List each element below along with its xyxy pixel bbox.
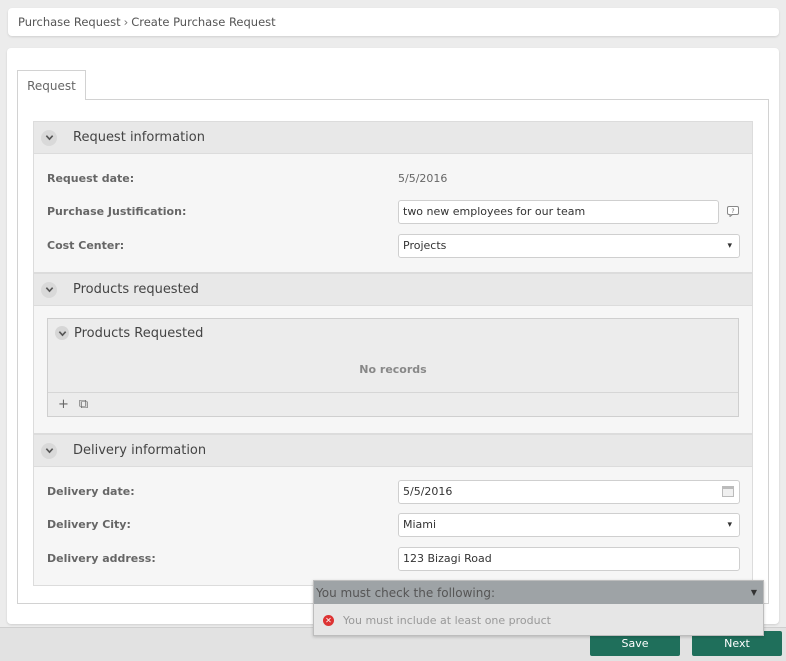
delivery-address-row: Delivery address: 123 Bizagi Road	[47, 547, 740, 571]
delivery-address-label: Delivery address:	[47, 552, 156, 565]
caret-down-icon: ▾	[727, 520, 732, 530]
justification-row: Purchase Justification: two new employee…	[47, 200, 740, 224]
request-date-value: 5/5/2016	[398, 172, 448, 185]
validation-header[interactable]: You must check the following: ▼	[314, 581, 763, 604]
delivery-city-row: Delivery City: Miami ▾	[47, 513, 740, 537]
section-title: Delivery information	[73, 443, 207, 458]
svg-text:?: ?	[731, 208, 734, 215]
delivery-date-input[interactable]: 5/5/2016	[398, 480, 740, 504]
section-header[interactable]: Products requested	[34, 274, 752, 306]
delivery-information-section: Delivery information Delivery date: 5/5/…	[33, 434, 753, 586]
cost-center-row: Cost Center: Projects ▾	[47, 234, 740, 258]
chevron-down-icon[interactable]	[41, 442, 57, 459]
delivery-address-input[interactable]: 123 Bizagi Road	[398, 547, 740, 571]
justification-label: Purchase Justification:	[47, 205, 187, 218]
breadcrumb: Purchase Request › Create Purchase Reque…	[8, 8, 779, 36]
section-title: Request information	[73, 130, 205, 145]
validation-message: You must include at least one product	[343, 613, 551, 627]
products-grid: Products Requested No records + ⧉	[47, 318, 739, 417]
add-row-icon[interactable]: +	[58, 397, 69, 412]
validation-popup: You must check the following: ▼ ✕ You mu…	[313, 580, 764, 636]
chevron-down-icon[interactable]	[41, 129, 57, 146]
delivery-city-value: Miami	[403, 518, 437, 531]
breadcrumb-parent[interactable]: Purchase Request	[18, 15, 121, 29]
caret-down-icon[interactable]: ▼	[751, 588, 757, 597]
cost-center-label: Cost Center:	[47, 239, 125, 252]
delivery-date-label: Delivery date:	[47, 485, 135, 498]
delivery-city-label: Delivery City:	[47, 518, 131, 531]
form-card: Request Request information Request date…	[7, 48, 779, 624]
delivery-city-select[interactable]: Miami ▾	[398, 513, 740, 537]
grid-header[interactable]: Products Requested	[48, 319, 738, 347]
request-information-section: Request information Request date: 5/5/20…	[33, 121, 753, 273]
tab-request[interactable]: Request	[17, 70, 86, 100]
error-circle-icon: ✕	[323, 614, 334, 626]
caret-down-icon: ▾	[727, 241, 732, 251]
request-date-label: Request date:	[47, 172, 135, 185]
help-bubble-icon[interactable]: ?	[727, 206, 739, 218]
grid-toolbar: + ⧉	[48, 392, 738, 416]
section-title: Products requested	[73, 282, 199, 297]
copy-row-icon[interactable]: ⧉	[79, 397, 88, 412]
grid-title: Products Requested	[74, 325, 204, 341]
delivery-date-row: Delivery date: 5/5/2016	[47, 480, 740, 504]
products-requested-section: Products requested Products Requested No…	[33, 273, 753, 434]
section-header[interactable]: Delivery information	[34, 435, 752, 467]
grid-empty-message: No records	[359, 363, 427, 376]
cost-center-value: Projects	[403, 239, 447, 252]
justification-input[interactable]: two new employees for our team	[398, 200, 719, 224]
breadcrumb-current: Create Purchase Request	[131, 15, 276, 29]
chevron-down-icon[interactable]	[55, 326, 69, 340]
tab-panel: Request information Request date: 5/5/20…	[17, 99, 769, 604]
cost-center-select[interactable]: Projects ▾	[398, 234, 740, 258]
calendar-icon[interactable]	[722, 486, 734, 497]
validation-item: ✕ You must include at least one product	[314, 604, 763, 636]
section-header[interactable]: Request information	[34, 122, 752, 154]
delivery-date-value: 5/5/2016	[403, 485, 453, 498]
validation-title: You must check the following:	[316, 585, 496, 600]
breadcrumb-separator: ›	[123, 15, 129, 29]
request-date-row: Request date: 5/5/2016	[47, 167, 740, 191]
chevron-down-icon[interactable]	[41, 281, 57, 298]
